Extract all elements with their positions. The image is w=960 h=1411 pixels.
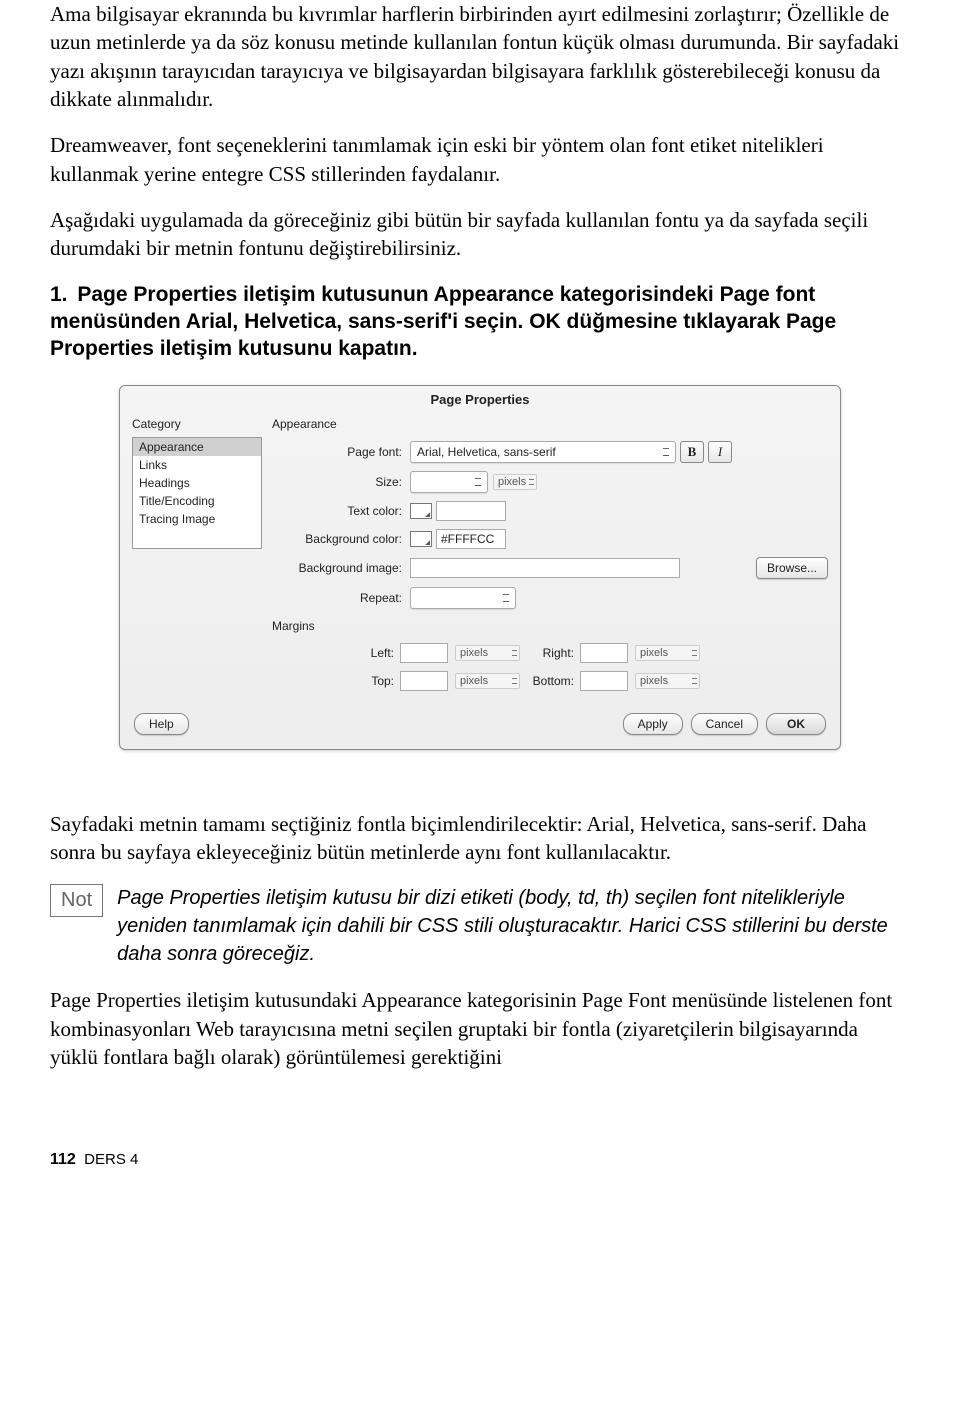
- bg-color-swatch[interactable]: [410, 531, 432, 547]
- repeat-label: Repeat:: [272, 591, 410, 605]
- help-button[interactable]: Help: [134, 713, 189, 735]
- cat-tracing-image[interactable]: Tracing Image: [133, 510, 261, 528]
- text-color-label: Text color:: [272, 504, 410, 518]
- step-1: 1. Page Properties iletişim kutusunun Ap…: [50, 281, 910, 363]
- page-properties-dialog: Page Properties Category Appearance Link…: [119, 385, 841, 750]
- page-number: 112: [50, 1151, 76, 1168]
- dialog-title: Page Properties: [120, 386, 840, 417]
- apply-button[interactable]: Apply: [623, 713, 683, 735]
- category-list[interactable]: Appearance Links Headings Title/Encoding…: [132, 437, 262, 549]
- step-number: 1.: [50, 283, 68, 306]
- note-text: Page Properties iletişim kutusu bir dizi…: [117, 884, 910, 968]
- page-font-select[interactable]: Arial, Helvetica, sans-serif: [410, 441, 676, 463]
- margin-right-input[interactable]: [580, 643, 628, 663]
- note-badge: Not: [50, 884, 103, 917]
- repeat-select[interactable]: [410, 587, 516, 609]
- cat-title-encoding[interactable]: Title/Encoding: [133, 492, 261, 510]
- margin-left-unit[interactable]: pixels: [455, 645, 520, 661]
- margin-top-unit[interactable]: pixels: [455, 673, 520, 689]
- bg-color-input[interactable]: #FFFFCC: [436, 529, 506, 549]
- margin-bottom-unit[interactable]: pixels: [635, 673, 700, 689]
- text-color-input[interactable]: [436, 501, 506, 521]
- cancel-button[interactable]: Cancel: [691, 713, 758, 735]
- margin-bottom-label: Bottom:: [520, 674, 580, 688]
- para-4: Sayfadaki metnin tamamı seçtiğiniz fontl…: [50, 810, 910, 867]
- size-label: Size:: [272, 475, 410, 489]
- size-select[interactable]: [410, 471, 488, 493]
- para-1: Ama bilgisayar ekranında bu kıvrımlar ha…: [50, 0, 910, 113]
- appearance-section-label: Appearance: [272, 417, 828, 431]
- para-2: Dreamweaver, font seçeneklerini tanımlam…: [50, 131, 910, 188]
- bg-image-label: Background image:: [272, 561, 410, 575]
- category-label: Category: [132, 417, 262, 431]
- italic-button[interactable]: I: [708, 441, 732, 463]
- para-3: Aşağıdaki uygulamada da göreceğiniz gibi…: [50, 206, 910, 263]
- lesson-label: DERS 4: [84, 1151, 138, 1168]
- margin-top-input[interactable]: [400, 671, 448, 691]
- size-unit[interactable]: pixels: [493, 474, 537, 490]
- bg-color-label: Background color:: [272, 532, 410, 546]
- para-5: Page Properties iletişim kutusundaki App…: [50, 986, 910, 1071]
- margin-left-label: Left:: [330, 646, 400, 660]
- text-color-swatch[interactable]: [410, 503, 432, 519]
- margin-bottom-input[interactable]: [580, 671, 628, 691]
- bold-button[interactable]: B: [680, 441, 704, 463]
- margin-top-label: Top:: [330, 674, 400, 688]
- cat-headings[interactable]: Headings: [133, 474, 261, 492]
- page-footer: 112 DERS 4: [50, 1151, 910, 1169]
- ok-button[interactable]: OK: [766, 713, 826, 735]
- margin-right-unit[interactable]: pixels: [635, 645, 700, 661]
- browse-button[interactable]: Browse...: [756, 557, 828, 579]
- cat-appearance[interactable]: Appearance: [133, 438, 261, 456]
- page-font-label: Page font:: [272, 445, 410, 459]
- margins-section-label: Margins: [272, 619, 828, 633]
- bg-image-input[interactable]: [410, 558, 680, 578]
- margin-right-label: Right:: [520, 646, 580, 660]
- margin-left-input[interactable]: [400, 643, 448, 663]
- step-text: Page Properties iletişim kutusunun Appea…: [50, 283, 836, 361]
- cat-links[interactable]: Links: [133, 456, 261, 474]
